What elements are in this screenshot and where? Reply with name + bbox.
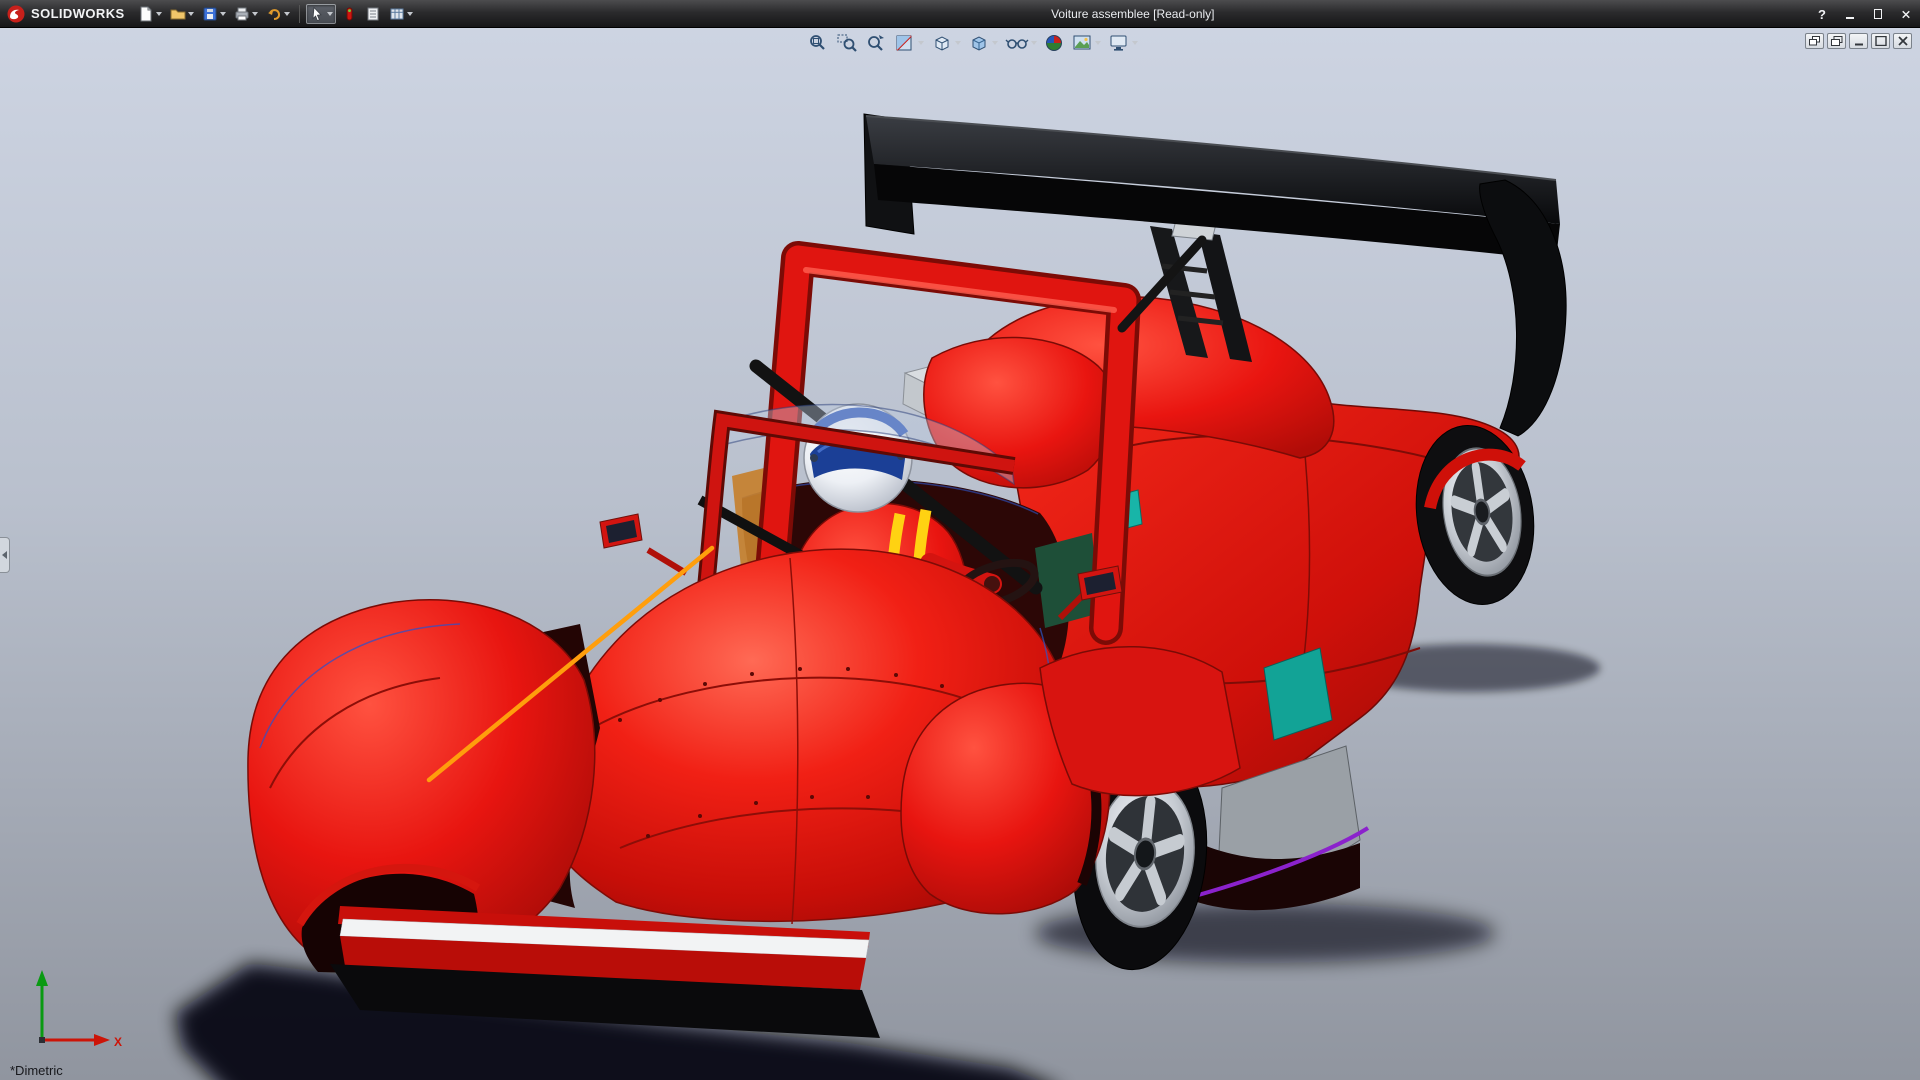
dropdown-caret[interactable]: [955, 41, 961, 45]
cascade-window-button[interactable]: [1805, 33, 1824, 49]
dropdown-caret[interactable]: [407, 12, 413, 16]
dropdown-caret[interactable]: [220, 12, 226, 16]
apply-scene-icon: [1071, 33, 1093, 53]
zoom-fit-icon: [807, 33, 829, 53]
view-settings-icon: [1108, 33, 1130, 53]
triad-x-label: X: [114, 1035, 122, 1049]
minimize-button[interactable]: [1840, 4, 1860, 24]
open-icon: [170, 6, 186, 22]
close-window-button[interactable]: [1893, 33, 1912, 49]
minimize-window-icon: [1853, 36, 1865, 46]
brand-area: SOLIDWORKS: [0, 4, 135, 24]
edit-appearance-icon: [1044, 33, 1064, 53]
dropdown-caret[interactable]: [188, 12, 194, 16]
brand-name: SOLIDWORKS: [31, 6, 125, 21]
help-icon: ?: [1818, 7, 1826, 22]
dropdown-caret[interactable]: [1132, 41, 1138, 45]
restore-icon: [1874, 9, 1882, 19]
apply-scene-button[interactable]: [1070, 32, 1102, 54]
dropdown-caret[interactable]: [1095, 41, 1101, 45]
maximize-window-button[interactable]: [1871, 33, 1890, 49]
car-model-render[interactable]: [0, 28, 1920, 1080]
zoom-selection-icon: [865, 33, 887, 53]
section-view-button[interactable]: [893, 32, 925, 54]
maximize-window-icon: [1875, 36, 1887, 46]
toolbar-separator: [299, 5, 300, 23]
dropdown-caret[interactable]: [252, 12, 258, 16]
undo-icon: [266, 6, 282, 22]
standard-toolbar: [135, 4, 416, 24]
display-style-button[interactable]: [967, 32, 999, 54]
restore-window-icon: [1831, 36, 1843, 46]
zoom-area-button[interactable]: [835, 32, 859, 54]
close-icon: [1902, 9, 1910, 20]
feature-tree-flyout-handle[interactable]: [0, 537, 10, 573]
solidworks-logo-icon: [6, 4, 26, 24]
rebuild-button[interactable]: [338, 4, 360, 24]
view-orientation-button[interactable]: [930, 32, 962, 54]
dropdown-caret[interactable]: [1031, 41, 1037, 45]
zoom-area-icon: [836, 33, 858, 53]
document-window-controls: [1805, 33, 1912, 49]
close-window-icon: [1898, 36, 1908, 46]
properties-button[interactable]: [362, 4, 384, 24]
print-button[interactable]: [231, 4, 261, 24]
restore-button[interactable]: [1868, 4, 1888, 24]
view-orientation-label: *Dimetric: [10, 1063, 63, 1078]
zoom-selection-button[interactable]: [864, 32, 888, 54]
new-document-button[interactable]: [135, 4, 165, 24]
dropdown-caret[interactable]: [918, 41, 924, 45]
minimize-window-button[interactable]: [1849, 33, 1868, 49]
view-orientation-icon: [931, 33, 953, 53]
display-style-icon: [968, 33, 990, 53]
open-button[interactable]: [167, 4, 197, 24]
rebuild-icon: [341, 6, 357, 22]
new-document-icon: [138, 6, 154, 22]
cascade-icon: [1809, 36, 1821, 46]
solidworks-window: SOLIDWORKS: [0, 0, 1920, 1080]
select-arrow-icon: [309, 6, 325, 22]
print-icon: [234, 6, 250, 22]
minimize-icon: [1846, 17, 1854, 19]
window-titlebar[interactable]: SOLIDWORKS: [0, 0, 1920, 28]
view-settings-button[interactable]: [1107, 32, 1139, 54]
window-controls: ?: [1812, 0, 1916, 28]
help-button[interactable]: ?: [1812, 4, 1832, 24]
undo-button[interactable]: [263, 4, 293, 24]
close-button[interactable]: [1896, 4, 1916, 24]
restore-window-button[interactable]: [1827, 33, 1846, 49]
dropdown-caret[interactable]: [284, 12, 290, 16]
options-button[interactable]: [386, 4, 416, 24]
hide-show-items-icon: [1005, 33, 1029, 53]
properties-icon: [365, 6, 381, 22]
window-title: Voiture assemblee [Read-only]: [1051, 0, 1214, 28]
graphics-area[interactable]: X *Dimetric: [0, 28, 1920, 1080]
options-icon: [389, 6, 405, 22]
edit-appearance-button[interactable]: [1043, 32, 1065, 54]
save-icon: [202, 6, 218, 22]
save-button[interactable]: [199, 4, 229, 24]
heads-up-toolbar: [806, 32, 1139, 54]
zoom-fit-button[interactable]: [806, 32, 830, 54]
select-button[interactable]: [306, 4, 336, 24]
flyout-arrow-icon: [2, 551, 7, 559]
hide-show-items-button[interactable]: [1004, 32, 1038, 54]
reference-triad[interactable]: X: [18, 966, 128, 1056]
dropdown-caret[interactable]: [327, 12, 333, 16]
section-view-icon: [894, 33, 916, 53]
dropdown-caret[interactable]: [992, 41, 998, 45]
dropdown-caret[interactable]: [156, 12, 162, 16]
